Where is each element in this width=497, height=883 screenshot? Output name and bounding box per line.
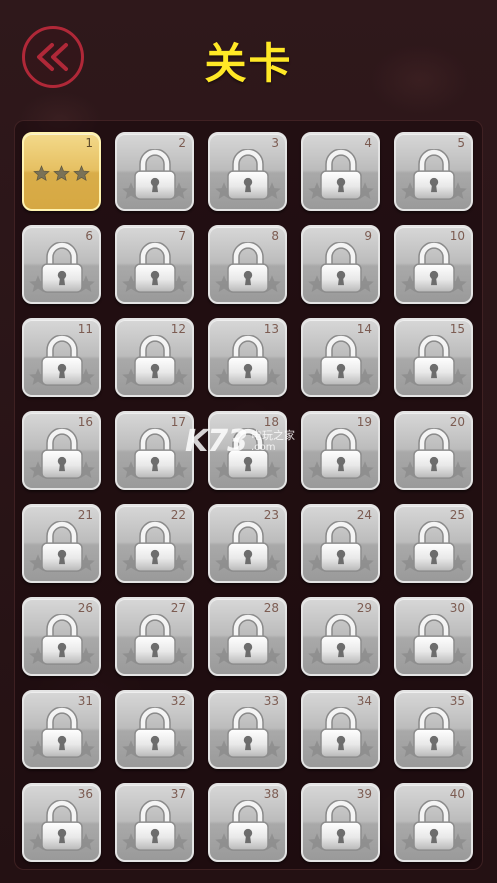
level-tile[interactable]: 23: [208, 504, 287, 583]
padlock-icon: [225, 148, 271, 201]
page-title: 关卡: [204, 39, 293, 88]
padlock-icon: [39, 799, 85, 852]
level-tile[interactable]: 10: [394, 225, 473, 304]
level-tile[interactable]: 9: [301, 225, 380, 304]
level-number: 6: [85, 229, 93, 243]
padlock-icon: [411, 613, 457, 666]
level-tile[interactable]: 19: [301, 411, 380, 490]
level-tile[interactable]: 39: [301, 783, 380, 862]
level-tile[interactable]: 20: [394, 411, 473, 490]
padlock-icon: [39, 241, 85, 294]
level-tile[interactable]: 28: [208, 597, 287, 676]
level-grid: 1 2 3 4 5 6 7 8 9 10 11 12 13 14 15 16 17 18 19 20 21 22 23 24 2…: [22, 132, 473, 862]
level-tile[interactable]: 33: [208, 690, 287, 769]
padlock-icon: [39, 706, 85, 759]
level-tile[interactable]: 29: [301, 597, 380, 676]
level-tile[interactable]: 32: [115, 690, 194, 769]
level-tile[interactable]: 27: [115, 597, 194, 676]
padlock-icon: [132, 706, 178, 759]
padlock-icon: [225, 706, 271, 759]
level-tile[interactable]: 36: [22, 783, 101, 862]
star-icon: [33, 165, 50, 182]
level-tile[interactable]: 11: [22, 318, 101, 397]
padlock-icon: [132, 613, 178, 666]
padlock-icon: [318, 706, 364, 759]
padlock-icon: [39, 613, 85, 666]
padlock-icon: [225, 427, 271, 480]
level-tile[interactable]: 35: [394, 690, 473, 769]
level-tile[interactable]: 6: [22, 225, 101, 304]
padlock-icon: [132, 520, 178, 573]
level-number: 5: [457, 136, 465, 150]
level-tile[interactable]: 37: [115, 783, 194, 862]
padlock-icon: [318, 427, 364, 480]
padlock-icon: [225, 520, 271, 573]
level-number: 9: [364, 229, 372, 243]
level-tile[interactable]: 3: [208, 132, 287, 211]
star-icon: [53, 165, 70, 182]
star-icon: [73, 165, 90, 182]
level-tile[interactable]: 18: [208, 411, 287, 490]
padlock-icon: [225, 613, 271, 666]
level-number: 1: [85, 136, 93, 150]
padlock-icon: [225, 241, 271, 294]
padlock-icon: [411, 334, 457, 387]
level-tile[interactable]: 25: [394, 504, 473, 583]
padlock-icon: [318, 148, 364, 201]
level-number: 4: [364, 136, 372, 150]
level-tile[interactable]: 24: [301, 504, 380, 583]
level-tile[interactable]: 8: [208, 225, 287, 304]
padlock-icon: [39, 520, 85, 573]
level-tile[interactable]: 21: [22, 504, 101, 583]
padlock-icon: [39, 427, 85, 480]
level-tile[interactable]: 4: [301, 132, 380, 211]
padlock-icon: [39, 334, 85, 387]
padlock-icon: [411, 241, 457, 294]
level-tile[interactable]: 26: [22, 597, 101, 676]
level-tile[interactable]: 34: [301, 690, 380, 769]
level-tile[interactable]: 38: [208, 783, 287, 862]
level-number: 8: [271, 229, 279, 243]
padlock-icon: [225, 799, 271, 852]
padlock-icon: [318, 613, 364, 666]
level-tile[interactable]: 14: [301, 318, 380, 397]
padlock-icon: [132, 799, 178, 852]
padlock-icon: [132, 427, 178, 480]
padlock-icon: [132, 334, 178, 387]
level-tile[interactable]: 22: [115, 504, 194, 583]
level-tile[interactable]: 30: [394, 597, 473, 676]
level-tile[interactable]: 15: [394, 318, 473, 397]
level-tile[interactable]: 17: [115, 411, 194, 490]
padlock-icon: [318, 520, 364, 573]
padlock-icon: [318, 799, 364, 852]
level-number: 7: [178, 229, 186, 243]
padlock-icon: [411, 520, 457, 573]
level-tile[interactable]: 16: [22, 411, 101, 490]
level-tile[interactable]: 40: [394, 783, 473, 862]
level-number: 3: [271, 136, 279, 150]
level-tile[interactable]: 2: [115, 132, 194, 211]
level-tile[interactable]: 5: [394, 132, 473, 211]
padlock-icon: [132, 148, 178, 201]
padlock-icon: [132, 241, 178, 294]
padlock-icon: [318, 241, 364, 294]
level-tile[interactable]: 1: [22, 132, 101, 211]
padlock-icon: [411, 427, 457, 480]
level-tile[interactable]: 12: [115, 318, 194, 397]
level-tile[interactable]: 31: [22, 690, 101, 769]
padlock-icon: [225, 334, 271, 387]
padlock-icon: [411, 799, 457, 852]
padlock-icon: [318, 334, 364, 387]
level-tile[interactable]: 7: [115, 225, 194, 304]
level-tile[interactable]: 13: [208, 318, 287, 397]
padlock-icon: [411, 148, 457, 201]
level-stars: [24, 165, 99, 182]
padlock-icon: [411, 706, 457, 759]
level-number: 2: [178, 136, 186, 150]
